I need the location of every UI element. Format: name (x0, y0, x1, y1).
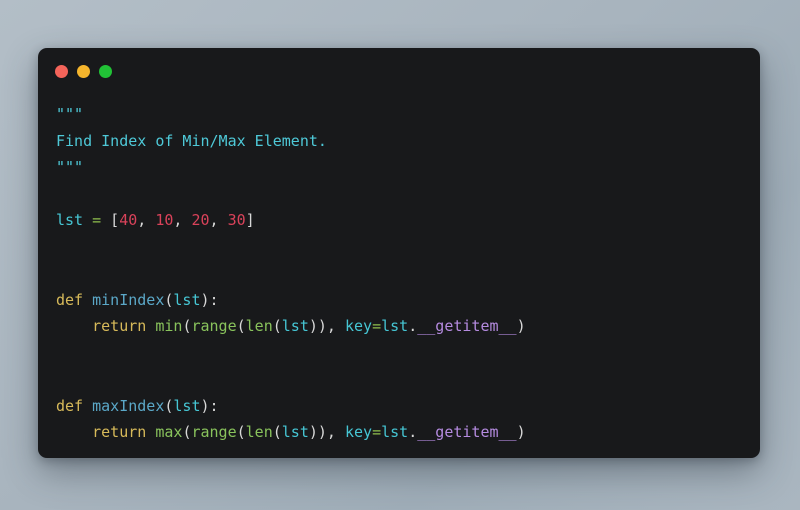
minimize-button[interactable] (77, 65, 90, 78)
code-token: ) (516, 317, 526, 335)
code-line: ​ (56, 366, 742, 393)
code-token: 10 (155, 211, 174, 229)
code-token: . (408, 317, 418, 335)
code-token: range (191, 423, 237, 441)
traffic-light-buttons (55, 65, 112, 78)
code-token: ) (516, 423, 526, 441)
code-token: def (56, 290, 84, 309)
code-token: = (92, 211, 102, 229)
code-token: = (372, 423, 382, 441)
code-token: minIndex (92, 290, 165, 309)
code-line: ​ (56, 234, 742, 261)
code-token: ( (272, 423, 282, 441)
code-line: """ (56, 154, 742, 181)
code-line: ​ (56, 181, 742, 208)
code-line: Find Index of Min/Max Element. (56, 128, 742, 155)
code-token: maxIndex (92, 396, 165, 415)
code-line: """ (56, 101, 742, 128)
code-line: lst = [40, 10, 20, 30] (56, 207, 742, 234)
code-editor-area[interactable]: """Find Index of Min/Max Element."""​lst… (38, 88, 760, 458)
code-token: ): (200, 396, 219, 415)
code-token: __getitem__ (417, 423, 517, 441)
code-token: len (245, 423, 273, 441)
zoom-button[interactable] (99, 65, 112, 78)
code-line: ​ (56, 260, 742, 287)
code-token: lst (173, 396, 201, 415)
code-token: ( (236, 423, 246, 441)
code-token: """ (56, 158, 84, 176)
code-token: , (209, 211, 228, 229)
python-code-block[interactable]: """Find Index of Min/Max Element."""​lst… (56, 101, 742, 458)
code-token: ( (236, 317, 246, 335)
code-line: ​ (56, 340, 742, 367)
code-token: len (245, 317, 273, 335)
code-token: range (191, 317, 237, 335)
code-token: ( (272, 317, 282, 335)
code-token: min (155, 317, 183, 335)
code-token: lst (281, 423, 309, 441)
code-token: )), (308, 317, 345, 335)
code-token: ] (245, 211, 255, 229)
code-snippet-window: """Find Index of Min/Max Element."""​lst… (38, 48, 760, 458)
desktop-background: """Find Index of Min/Max Element."""​lst… (0, 0, 800, 510)
code-token: """ (56, 105, 84, 123)
code-token: = (372, 317, 382, 335)
code-token: lst (381, 423, 409, 441)
window-titlebar[interactable] (38, 48, 760, 88)
code-token: key (345, 423, 373, 441)
code-token: return (92, 423, 147, 441)
code-token: lst (381, 317, 409, 335)
code-token: key (345, 317, 373, 335)
code-token: 40 (119, 211, 138, 229)
code-token: ): (200, 290, 219, 309)
close-button[interactable] (55, 65, 68, 78)
code-token: lst (173, 290, 201, 309)
code-token: def (56, 396, 84, 415)
code-token: Find Index of Min/Max Element. (56, 131, 327, 150)
code-token: max (155, 423, 183, 441)
code-token: [ (101, 211, 120, 229)
code-token: 30 (227, 211, 246, 229)
code-token: lst (56, 211, 84, 229)
code-token: 20 (191, 211, 210, 229)
code-line: def maxIndex(lst): (56, 393, 742, 420)
code-line: return max(range(len(lst)), key=lst.__ge… (56, 419, 742, 446)
code-token: lst (281, 317, 309, 335)
code-line: return min(range(len(lst)), key=lst.__ge… (56, 313, 742, 340)
code-token: , (137, 211, 156, 229)
code-token: , (173, 211, 192, 229)
code-line: def minIndex(lst): (56, 287, 742, 314)
code-line: ​ (56, 446, 742, 459)
code-token: )), (308, 423, 345, 441)
code-token: return (92, 317, 147, 335)
code-token: __getitem__ (417, 317, 517, 335)
code-token: . (408, 423, 418, 441)
